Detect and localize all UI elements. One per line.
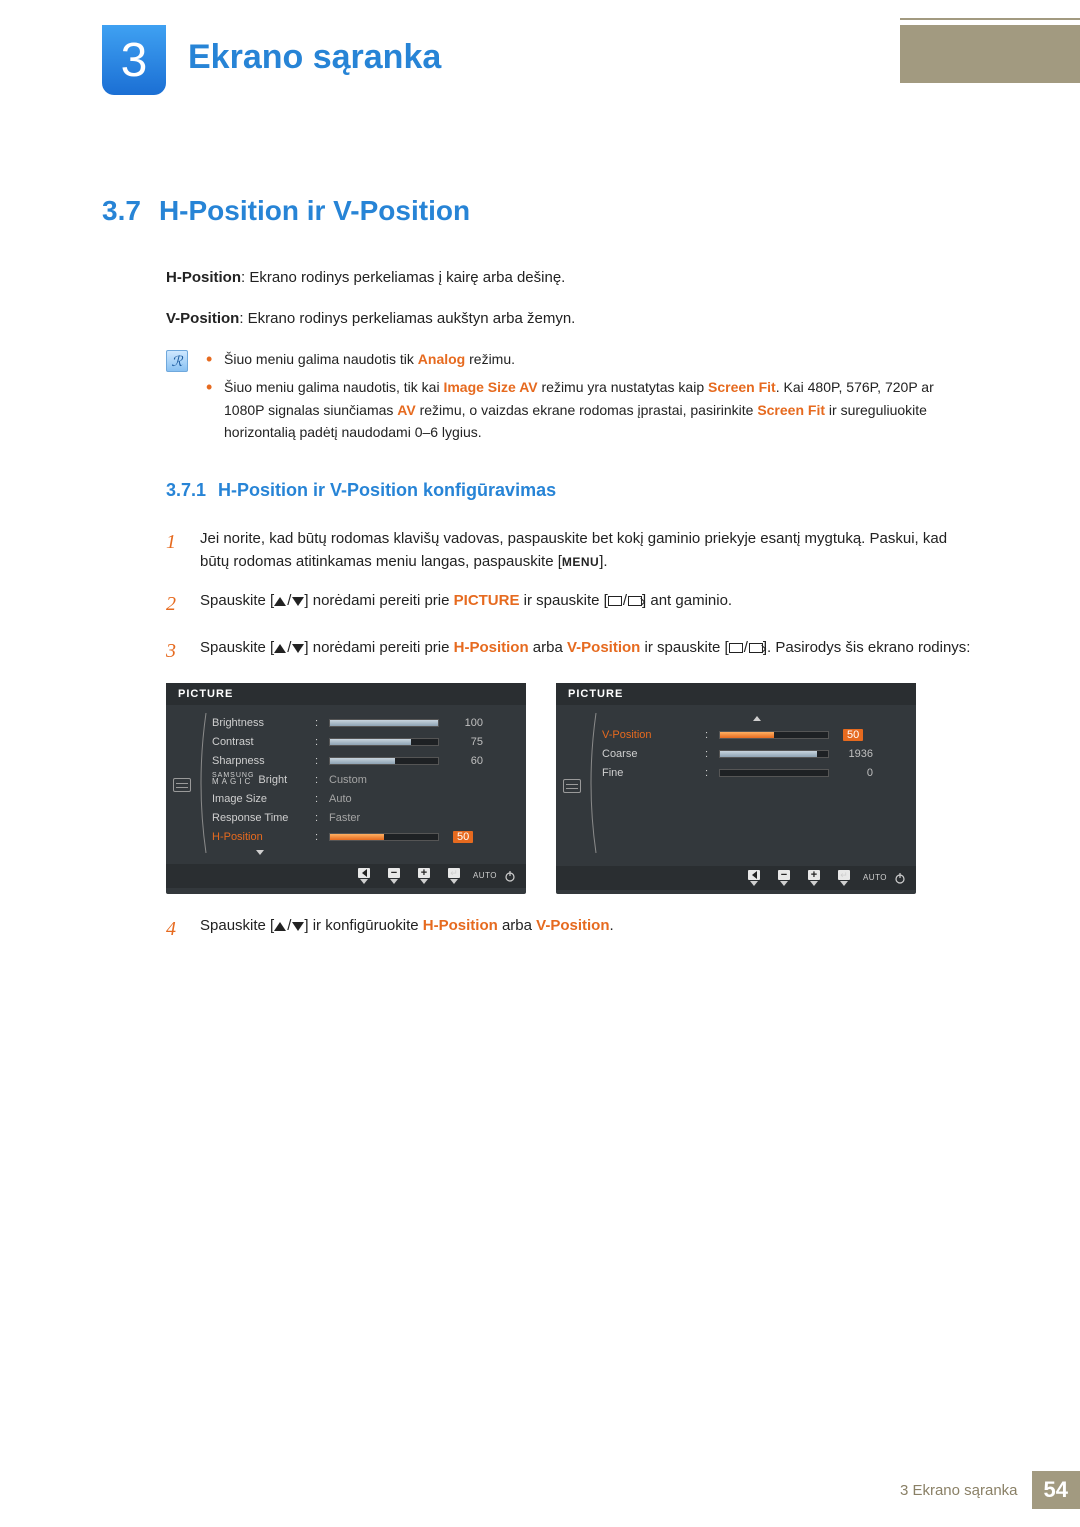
osd-1-items: Brightness : 100 Contrast : 75 Sharpness… (208, 713, 522, 856)
brightness-slider (329, 719, 439, 727)
sharpness-slider (329, 757, 439, 765)
section-heading: 3.7 H-Position ir V-Position (102, 195, 972, 227)
chapter-title: Ekrano sąranka (188, 38, 441, 77)
note-item-2: Šiuo meniu galima naudotis, tik kai Imag… (206, 376, 972, 443)
up-down-arrows-icon: / (274, 636, 304, 659)
v-position-slider (719, 731, 829, 739)
header-rule-thin (900, 18, 1080, 20)
osd-2-footer: − + ↵ AUTO (556, 866, 916, 890)
osd-1-body: Brightness : 100 Contrast : 75 Sharpness… (166, 705, 526, 858)
osd-2-minus-icon: − (770, 870, 798, 886)
osd-1-back-icon (350, 868, 378, 884)
osd-1-scroll-down-icon (212, 846, 522, 856)
osd-1-side-icon-col (170, 713, 194, 856)
osd-2-auto-label: AUTO (860, 873, 890, 883)
step-1: 1 Jei norite, kad būtų rodomas klavišų v… (166, 527, 972, 574)
osd-1-minus-icon: − (380, 868, 408, 884)
step-list-continued: 4 Spauskite [ / ] ir konfigūruokite H-Po… (166, 914, 972, 945)
step-1-text: Jei norite, kad būtų rodomas klavišų vad… (200, 527, 972, 574)
subsection-heading: 3.7.1 H-Position ir V-Position konfigūra… (166, 480, 972, 501)
osd-1-curve (194, 713, 208, 856)
step-3-text: Spauskite [ / ] norėdami pereiti prie H-… (200, 636, 972, 667)
osd-item-magic-bright: SAMSUNG MAGIC Bright : Custom (212, 770, 522, 789)
osd-2-title: PICTURE (556, 683, 916, 705)
osd-item-contrast: Contrast : 75 (212, 732, 522, 751)
v-position-description: V-Position: Ekrano rodinys perkeliamas a… (166, 308, 972, 331)
up-down-arrows-icon: / (274, 589, 304, 612)
osd-1-plus-icon: + (410, 868, 438, 884)
step-list: 1 Jei norite, kad būtų rodomas klavišų v… (166, 527, 972, 668)
step-2-number: 2 (166, 589, 182, 620)
content-area: 3.7 H-Position ir V-Position H-Position:… (102, 195, 972, 961)
step-1-number: 1 (166, 527, 182, 574)
chapter-number: 3 (121, 33, 148, 88)
picture-category-icon (173, 778, 191, 792)
h-position-description: H-Position: Ekrano rodinys perkeliamas į… (166, 267, 972, 290)
note-block: ℛ Šiuo meniu galima naudotis tik Analog … (166, 348, 972, 450)
select-enter-icon: / (729, 636, 763, 659)
osd-item-brightness: Brightness : 100 (212, 713, 522, 732)
osd-1-auto-label: AUTO (470, 871, 500, 881)
header-accent-bar (900, 25, 1080, 83)
select-enter-icon: / (608, 589, 642, 612)
osd-2-items: V-Position : 50 Coarse : 1936 Fine : (598, 713, 912, 858)
section-title: H-Position ir V-Position (159, 195, 470, 227)
osd-2-back-icon (740, 870, 768, 886)
menu-key-label: MENU (562, 555, 599, 569)
chapter-badge: 3 (102, 25, 166, 95)
osd-1-footer: − + ↵ AUTO (166, 864, 526, 888)
note-item-1: Šiuo meniu galima naudotis tik Analog re… (206, 348, 972, 370)
note-list: Šiuo meniu galima naudotis tik Analog re… (206, 348, 972, 450)
step-2: 2 Spauskite [ / ] norėdami pereiti prie … (166, 589, 972, 620)
osd-2-side-icon-col (560, 713, 584, 858)
page-footer: 3 Ekrano sąranka 54 (900, 1471, 1080, 1509)
osd-2-plus-icon: + (800, 870, 828, 886)
contrast-slider (329, 738, 439, 746)
fine-slider (719, 769, 829, 777)
osd-panel-picture-1: PICTURE Brightness : 100 Contras (166, 683, 526, 894)
osd-1-title: PICTURE (166, 683, 526, 705)
osd-2-body: V-Position : 50 Coarse : 1936 Fine : (556, 705, 916, 860)
footer-page-number: 54 (1032, 1471, 1080, 1509)
osd-item-response-time: Response Time : Faster (212, 808, 522, 827)
h-position-slider (329, 833, 439, 841)
osd-1-enter-icon: ↵ (440, 868, 468, 884)
coarse-slider (719, 750, 829, 758)
section-number: 3.7 (102, 195, 141, 227)
osd-item-coarse: Coarse : 1936 (602, 744, 912, 763)
picture-category-icon (563, 779, 581, 793)
osd-item-sharpness: Sharpness : 60 (212, 751, 522, 770)
osd-item-h-position: H-Position : 50 (212, 827, 522, 846)
footer-chapter-label: 3 Ekrano sąranka (900, 1482, 1018, 1499)
osd-1-power-icon (502, 870, 518, 882)
h-position-label: H-Position (166, 269, 241, 286)
osd-row: PICTURE Brightness : 100 Contras (166, 683, 972, 894)
osd-2-enter-icon: ↵ (830, 870, 858, 886)
step-4: 4 Spauskite [ / ] ir konfigūruokite H-Po… (166, 914, 972, 945)
osd-item-image-size: Image Size : Auto (212, 789, 522, 808)
up-down-arrows-icon: / (274, 914, 304, 937)
osd-item-v-position: V-Position : 50 (602, 725, 912, 744)
note-icon: ℛ (166, 350, 188, 372)
osd-2-curve (584, 713, 598, 858)
step-2-text: Spauskite [ / ] norėdami pereiti prie PI… (200, 589, 972, 620)
osd-2-scroll-up-icon (602, 713, 912, 725)
osd-panel-picture-2: PICTURE V-Position : 50 (556, 683, 916, 894)
osd-item-fine: Fine : 0 (602, 763, 912, 782)
subsection-number: 3.7.1 (166, 480, 206, 501)
step-3: 3 Spauskite [ / ] norėdami pereiti prie … (166, 636, 972, 667)
step-4-text: Spauskite [ / ] ir konfigūruokite H-Posi… (200, 914, 972, 945)
osd-2-power-icon (892, 872, 908, 884)
step-3-number: 3 (166, 636, 182, 667)
subsection-title: H-Position ir V-Position konfigūravimas (218, 480, 556, 501)
step-4-number: 4 (166, 914, 182, 945)
v-position-label: V-Position (166, 310, 239, 327)
